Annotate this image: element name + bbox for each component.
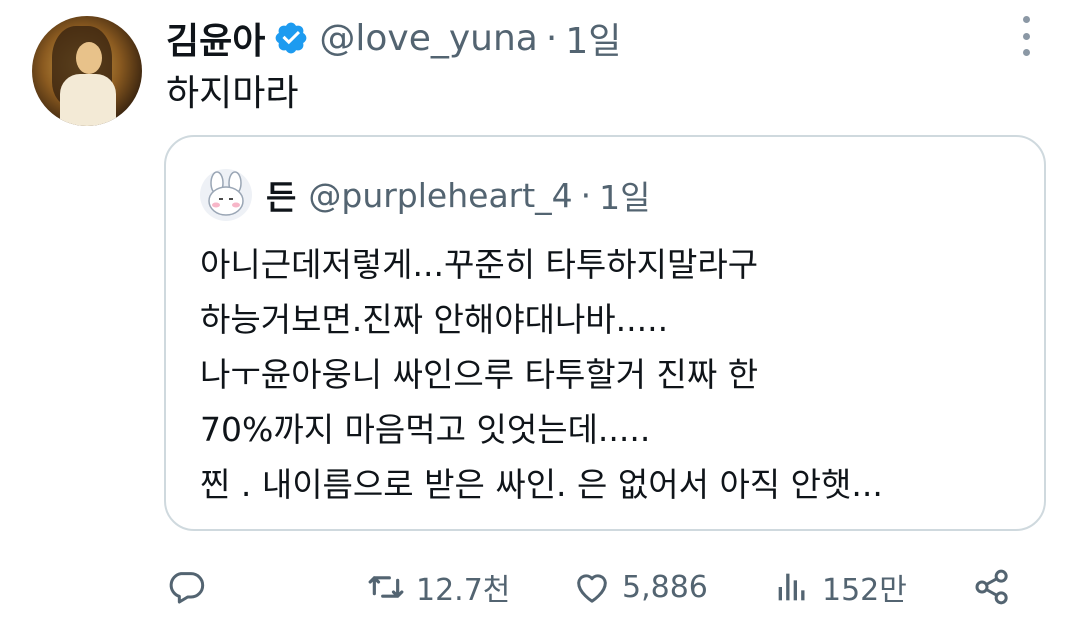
quoted-author-name[interactable]: 든 xyxy=(266,171,296,219)
reply-icon xyxy=(169,572,205,604)
more-dot xyxy=(1022,49,1030,56)
quoted-text-line: 70%까지 마음먹고 잇엇는데..... xyxy=(200,410,651,449)
reply-button[interactable] xyxy=(166,562,216,612)
avatar-body xyxy=(60,74,116,126)
quoted-author-handle[interactable]: @purpleheart_4 xyxy=(308,176,572,215)
quoted-header-separator: · xyxy=(580,175,592,215)
like-button[interactable]: 5,886 xyxy=(572,562,708,612)
views-button[interactable]: 152만 xyxy=(772,562,907,612)
retweet-count: 12.7천 xyxy=(416,573,511,608)
retweet-icon xyxy=(368,576,404,598)
tweet-header: 김윤아 @love_yuna · 1일 xyxy=(166,10,621,66)
view-count: 152만 xyxy=(822,573,907,608)
tweet-timestamp[interactable]: 1일 xyxy=(565,12,621,64)
more-dot xyxy=(1022,16,1030,23)
bunny-avatar-icon xyxy=(208,171,244,216)
retweet-button[interactable]: 12.7천 xyxy=(366,562,510,612)
header-separator: · xyxy=(545,17,558,59)
avatar-face xyxy=(76,42,102,74)
quoted-text-line: 아니근데저렇게...꾸준히 타투하지말라구 xyxy=(200,245,759,284)
views-icon xyxy=(778,573,805,601)
more-dot xyxy=(1022,32,1030,40)
like-count: 5,886 xyxy=(622,569,708,605)
share-button[interactable] xyxy=(972,562,1012,612)
tweet-action-bar: 12.7천 5,886 152만 xyxy=(0,562,1080,612)
quoted-tweet-header: 든 @purpleheart_4 · 1일 xyxy=(200,169,651,221)
heart-icon xyxy=(577,574,607,603)
author-name[interactable]: 김윤아 xyxy=(166,12,265,64)
share-icon xyxy=(975,569,1008,605)
tweet-text: 하지마라 xyxy=(166,73,299,114)
quoted-text-line: 하능거보면.진짜 안해야대나바..... xyxy=(200,300,669,339)
more-vertical-icon[interactable] xyxy=(1014,16,1038,56)
author-avatar[interactable] xyxy=(32,16,142,126)
quoted-text-line: 나ㅜ윤아웅니 싸인으루 타투할거 진짜 한 xyxy=(200,355,759,394)
quoted-tweet-timestamp[interactable]: 1일 xyxy=(599,171,650,219)
author-handle[interactable]: @love_yuna xyxy=(319,18,537,59)
verified-badge-icon xyxy=(276,22,307,54)
quoted-text-line: 찐 . 내이름으로 받은 싸인. 은 없어서 아직 안햇... xyxy=(200,465,883,504)
quoted-tweet-card[interactable]: 든 @purpleheart_4 · 1일 아니근데저렇게...꾸준히 타투하지… xyxy=(164,135,1046,531)
quoted-author-avatar[interactable] xyxy=(200,169,252,221)
quoted-tweet-text: 아니근데저렇게...꾸준히 타투하지말라구 하능거보면.진짜 안해야대나바...… xyxy=(200,237,883,512)
